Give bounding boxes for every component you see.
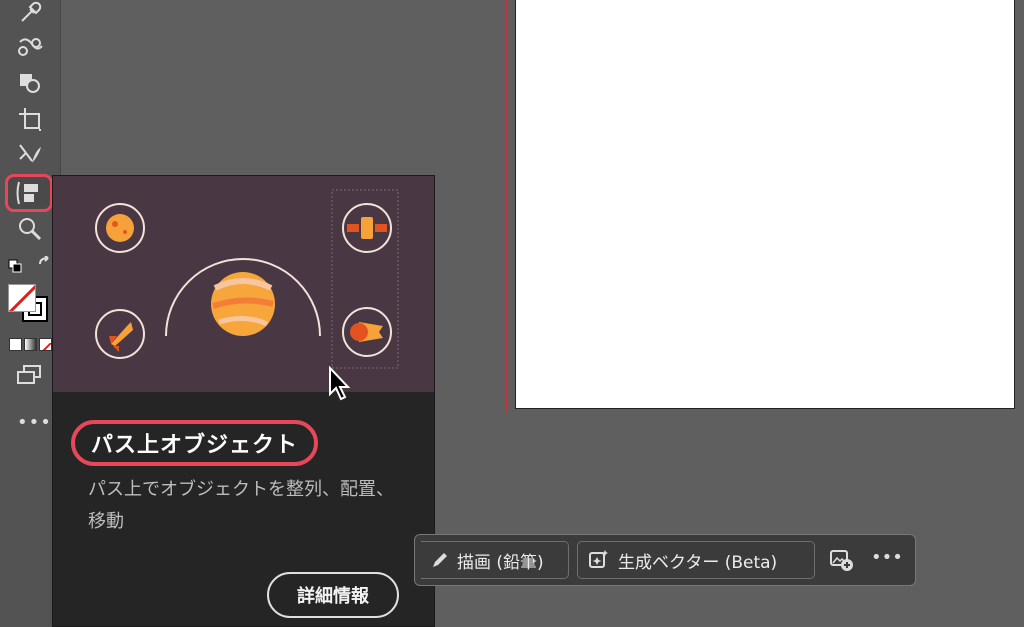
shape-builder-icon bbox=[20, 74, 40, 93]
screen-mode-icon[interactable] bbox=[16, 364, 44, 390]
contextual-task-bar: 描画 (鉛筆) 生成ベクター (Beta) ••• bbox=[414, 534, 916, 586]
draw-pencil-button[interactable]: 描画 (鉛筆) bbox=[421, 541, 569, 579]
add-image-icon[interactable] bbox=[829, 547, 855, 573]
zoom-icon bbox=[19, 218, 42, 241]
draw-pencil-label: 描画 (鉛筆) bbox=[457, 552, 544, 573]
tool-tooltip-flyout: パス上オブジェクト パス上でオブジェクトを整列、配置、移動 詳細情報 bbox=[52, 175, 435, 627]
eyedropper-icon bbox=[21, 1, 42, 22]
generate-vector-label: 生成ベクター (Beta) bbox=[618, 552, 778, 573]
slice-tool[interactable] bbox=[8, 138, 52, 172]
objects-on-path-tool[interactable] bbox=[5, 174, 53, 212]
color-mode-buttons[interactable] bbox=[9, 338, 52, 351]
objects-on-path-icon bbox=[16, 181, 38, 205]
tooltip-description: パス上でオブジェクトを整列、配置、移動 bbox=[88, 479, 394, 532]
pencil-icon bbox=[433, 553, 447, 567]
tool-illustration bbox=[53, 176, 434, 392]
learn-more-button[interactable]: 詳細情報 bbox=[267, 572, 399, 618]
mouse-cursor-icon bbox=[328, 365, 354, 406]
shape-builder-tool[interactable] bbox=[8, 66, 52, 100]
fill-swatch[interactable] bbox=[8, 284, 36, 312]
edit-toolbar-button[interactable]: ••• bbox=[17, 412, 52, 433]
blend-icon bbox=[18, 38, 43, 56]
zoom-tool[interactable] bbox=[8, 212, 52, 246]
taskbar-more-button[interactable]: ••• bbox=[871, 547, 903, 568]
tooltip-title: パス上オブジェクト bbox=[71, 420, 319, 466]
default-colors-icon[interactable] bbox=[8, 258, 22, 277]
generate-vector-button[interactable]: 生成ベクター (Beta) bbox=[577, 541, 815, 579]
artboard-icon bbox=[19, 108, 41, 131]
artboard-tool[interactable] bbox=[8, 102, 52, 136]
generative-sparkle-icon bbox=[589, 550, 608, 568]
eyedropper-tool[interactable] bbox=[8, 0, 52, 30]
artboard[interactable] bbox=[515, 0, 1015, 409]
slice-icon bbox=[19, 144, 41, 163]
blend-tool[interactable] bbox=[8, 30, 52, 64]
